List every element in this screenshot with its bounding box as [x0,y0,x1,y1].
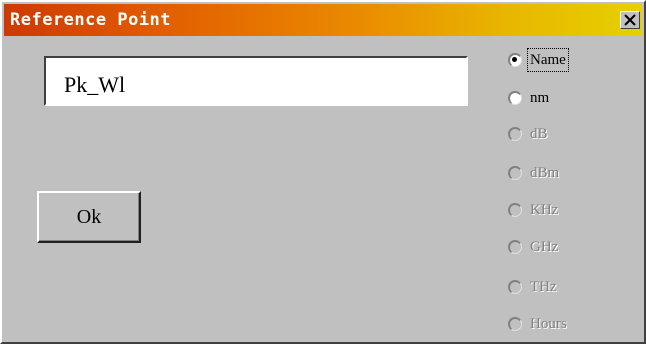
radio-label: dB [530,126,548,142]
radio-button [508,317,522,331]
radio-selected-dot [512,57,517,62]
radio-button [508,240,522,254]
radio-label: Hours [530,316,567,332]
reference-point-dialog: Reference Point Ok Name nm dB dBm KHz GH… [0,0,646,344]
radio-label: nm [530,90,550,106]
radio-button[interactable] [508,53,522,67]
radio-button [508,127,522,141]
radio-button [508,166,522,180]
radio-option-khz: KHz [508,199,628,225]
dialog-title: Reference Point [10,10,172,30]
radio-option-ghz: GHz [508,236,628,262]
radio-label: KHz [530,202,559,218]
radio-option-db: dB [508,123,628,149]
name-input[interactable] [44,56,468,106]
radio-option-thz: THz [508,276,628,302]
radio-label: dBm [530,165,560,181]
radio-button [508,280,522,294]
close-x-icon [624,14,636,26]
radio-label: GHz [530,239,559,255]
radio-button [508,203,522,217]
radio-label: THz [530,279,557,295]
radio-option-dbm: dBm [508,162,628,188]
close-button[interactable] [620,11,640,29]
radio-label: Name [527,48,569,72]
radio-option-name[interactable]: Name [508,48,628,75]
radio-button[interactable] [508,91,522,105]
title-bar[interactable]: Reference Point [4,4,642,36]
ok-button[interactable]: Ok [37,191,141,243]
radio-option-nm[interactable]: nm [508,87,628,113]
radio-option-hours: Hours [508,313,628,339]
